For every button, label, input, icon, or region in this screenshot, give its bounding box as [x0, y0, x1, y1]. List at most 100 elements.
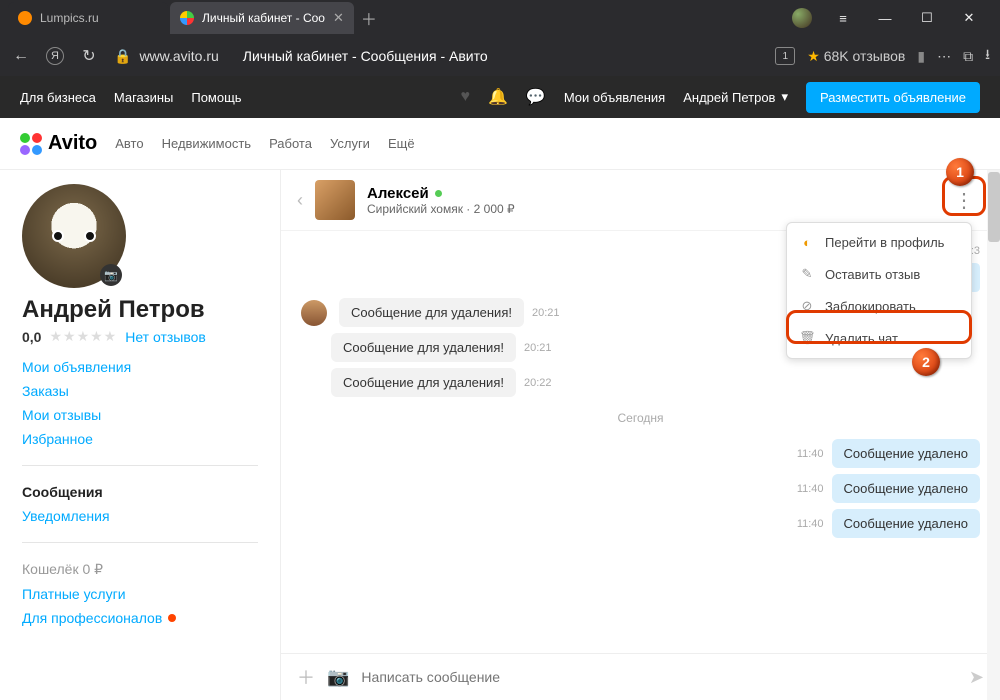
top-nav: Для бизнеса Магазины Помощь ♥ 🔔 💬 Мои об… — [0, 76, 1000, 118]
bell-icon[interactable]: 🔔 — [488, 87, 508, 107]
rating-value: 0,0 — [22, 329, 41, 345]
nav-my-listings[interactable]: Мои объявления — [564, 90, 665, 105]
stars-icon: ★★★★★ — [49, 328, 117, 345]
tab-title: Lumpics.ru — [40, 11, 99, 25]
yandex-icon[interactable]: Я — [46, 47, 64, 65]
nav-help[interactable]: Помощь — [191, 90, 241, 105]
favicon-icon — [18, 11, 32, 25]
msg-deleted: Сообщение удалено — [832, 439, 980, 468]
menu-icon[interactable]: ≡ — [832, 11, 854, 26]
back-icon[interactable]: ← — [10, 47, 32, 65]
nav-user[interactable]: Андрей Петров ▾ — [683, 89, 788, 105]
minimize-icon[interactable]: ― — [874, 11, 896, 26]
menu-leave-review[interactable]: ✎Оставить отзыв — [787, 258, 971, 290]
sidebar-item-paid[interactable]: Платные услуги — [22, 586, 258, 602]
rating-row: 0,0 ★★★★★ Нет отзывов — [22, 328, 258, 345]
peer-name[interactable]: Алексей — [367, 185, 429, 202]
msg-deleted: Сообщение удалено — [832, 509, 980, 538]
review-icon: ✎ — [799, 266, 815, 282]
no-reviews-link[interactable]: Нет отзывов — [125, 329, 206, 345]
peer-mini-avatar — [301, 300, 327, 326]
chat-pane: ‹ Алексей Сирийский хомяк · 2 000 ₽ ⋮ 19… — [280, 170, 1000, 700]
msg-received: Сообщение для удаления! — [339, 298, 524, 327]
chevron-down-icon: ▾ — [781, 89, 788, 105]
compose-input[interactable] — [361, 669, 956, 685]
cat-auto[interactable]: Авто — [115, 136, 143, 151]
menu-delete-chat[interactable]: 🗑Удалить чат — [787, 322, 971, 354]
more-icon[interactable]: ⋯ — [937, 48, 951, 65]
msg-time: 11:40 — [797, 483, 824, 495]
annotation-badge-1: 1 — [946, 158, 974, 186]
lock-icon[interactable]: 🔒 — [114, 48, 131, 65]
extensions-icon[interactable]: ⧉ — [963, 48, 973, 65]
url-host[interactable]: www.avito.ru — [139, 48, 218, 64]
msg-time: 20:21 — [524, 342, 552, 354]
reviews-badge[interactable]: ★ 68K отзывов — [807, 48, 905, 65]
sidebar-item-my-ads[interactable]: Мои объявления — [22, 359, 258, 375]
sidebar-username: Андрей Петров — [22, 296, 258, 324]
sidebar-item-orders[interactable]: Заказы — [22, 383, 258, 399]
cat-realty[interactable]: Недвижимость — [162, 136, 251, 151]
msg-time: 20:21 — [532, 307, 560, 319]
cat-jobs[interactable]: Работа — [269, 136, 312, 151]
sidebar-item-messages[interactable]: Сообщения — [22, 484, 258, 500]
menu-goto-profile[interactable]: ◐Перейти в профиль — [787, 227, 971, 258]
profile-avatar-icon[interactable] — [792, 8, 812, 28]
close-icon[interactable]: ✕ — [333, 10, 344, 26]
bookmark-icon[interactable]: ▮ — [917, 48, 925, 65]
nav-business[interactable]: Для бизнеса — [20, 90, 96, 105]
day-separator: Сегодня — [301, 411, 980, 425]
tab-strip: Lumpics.ru Личный кабинет - Соо ✕ ＋ ≡ ― … — [0, 0, 1000, 36]
sidebar-item-pro[interactable]: Для профессионалов — [22, 610, 258, 626]
notification-dot-icon — [168, 614, 176, 622]
online-dot-icon — [435, 190, 442, 197]
camera-icon[interactable]: 📷 — [327, 667, 349, 688]
msg-time: 11:40 — [797, 448, 824, 460]
new-tab-button[interactable]: ＋ — [356, 5, 382, 31]
msg-time: 20:22 — [524, 377, 552, 389]
tab-title: Личный кабинет - Соо — [202, 11, 325, 25]
avito-logo[interactable]: Avito — [20, 132, 97, 155]
tab-avito[interactable]: Личный кабинет - Соо ✕ — [170, 2, 354, 34]
annotation-badge-2: 2 — [912, 348, 940, 376]
menu-block[interactable]: ⊘Заблокировать — [787, 290, 971, 322]
sidebar-item-notifications[interactable]: Уведомления — [22, 508, 258, 524]
page-title: Личный кабинет - Сообщения - Авито — [243, 48, 761, 64]
msg-deleted: Сообщение удалено — [832, 474, 980, 503]
tab-lumpics[interactable]: Lumpics.ru — [8, 2, 168, 34]
msg-received: Сообщение для удаления! — [331, 333, 516, 362]
downloads-icon[interactable]: ⭳ — [985, 44, 990, 68]
msg-received: Сообщение для удаления! — [331, 368, 516, 397]
favicon-icon — [180, 11, 194, 25]
cat-more[interactable]: Ещё — [388, 136, 415, 151]
avito-dots-icon — [20, 133, 42, 155]
listing-subtitle[interactable]: Сирийский хомяк · 2 000 ₽ — [367, 202, 515, 216]
profile-icon: ◐ — [799, 235, 815, 250]
sidebar-item-wallet[interactable]: Кошелёк 0 ₽ — [22, 561, 258, 578]
close-window-icon[interactable]: ✕ — [958, 10, 980, 26]
send-icon[interactable]: ➤ — [969, 667, 984, 688]
maximize-icon[interactable]: ☐ — [916, 10, 938, 26]
logo-nav: Avito Авто Недвижимость Работа Услуги Ещ… — [0, 118, 1000, 170]
messages-icon[interactable]: 💬 — [526, 87, 546, 107]
trash-icon: 🗑 — [799, 330, 815, 346]
cat-services[interactable]: Услуги — [330, 136, 370, 151]
block-icon: ⊘ — [799, 298, 815, 314]
tracker-shield-icon[interactable]: 1 — [775, 47, 795, 65]
sidebar-item-favorites[interactable]: Избранное — [22, 431, 258, 447]
reload-icon[interactable]: ↻ — [78, 46, 100, 66]
peer-avatar[interactable] — [315, 180, 355, 220]
profile-sidebar: 📷 Андрей Петров 0,0 ★★★★★ Нет отзывов Мо… — [0, 170, 280, 700]
user-avatar[interactable]: 📷 — [22, 184, 126, 288]
nav-shops[interactable]: Магазины — [114, 90, 174, 105]
msg-time: 11:40 — [797, 518, 824, 530]
post-ad-button[interactable]: Разместить объявление — [806, 82, 980, 113]
heart-icon[interactable]: ♥ — [460, 88, 470, 106]
camera-icon[interactable]: 📷 — [100, 264, 122, 286]
attach-icon[interactable]: ＋ — [297, 664, 315, 690]
back-icon[interactable]: ‹ — [297, 190, 303, 211]
chat-menu-button[interactable]: ⋮ — [944, 184, 984, 217]
chat-dropdown: ◐Перейти в профиль ✎Оставить отзыв ⊘Забл… — [786, 222, 972, 359]
sidebar-item-my-reviews[interactable]: Мои отзывы — [22, 407, 258, 423]
address-bar: ← Я ↻ 🔒 www.avito.ru Личный кабинет - Со… — [0, 36, 1000, 76]
